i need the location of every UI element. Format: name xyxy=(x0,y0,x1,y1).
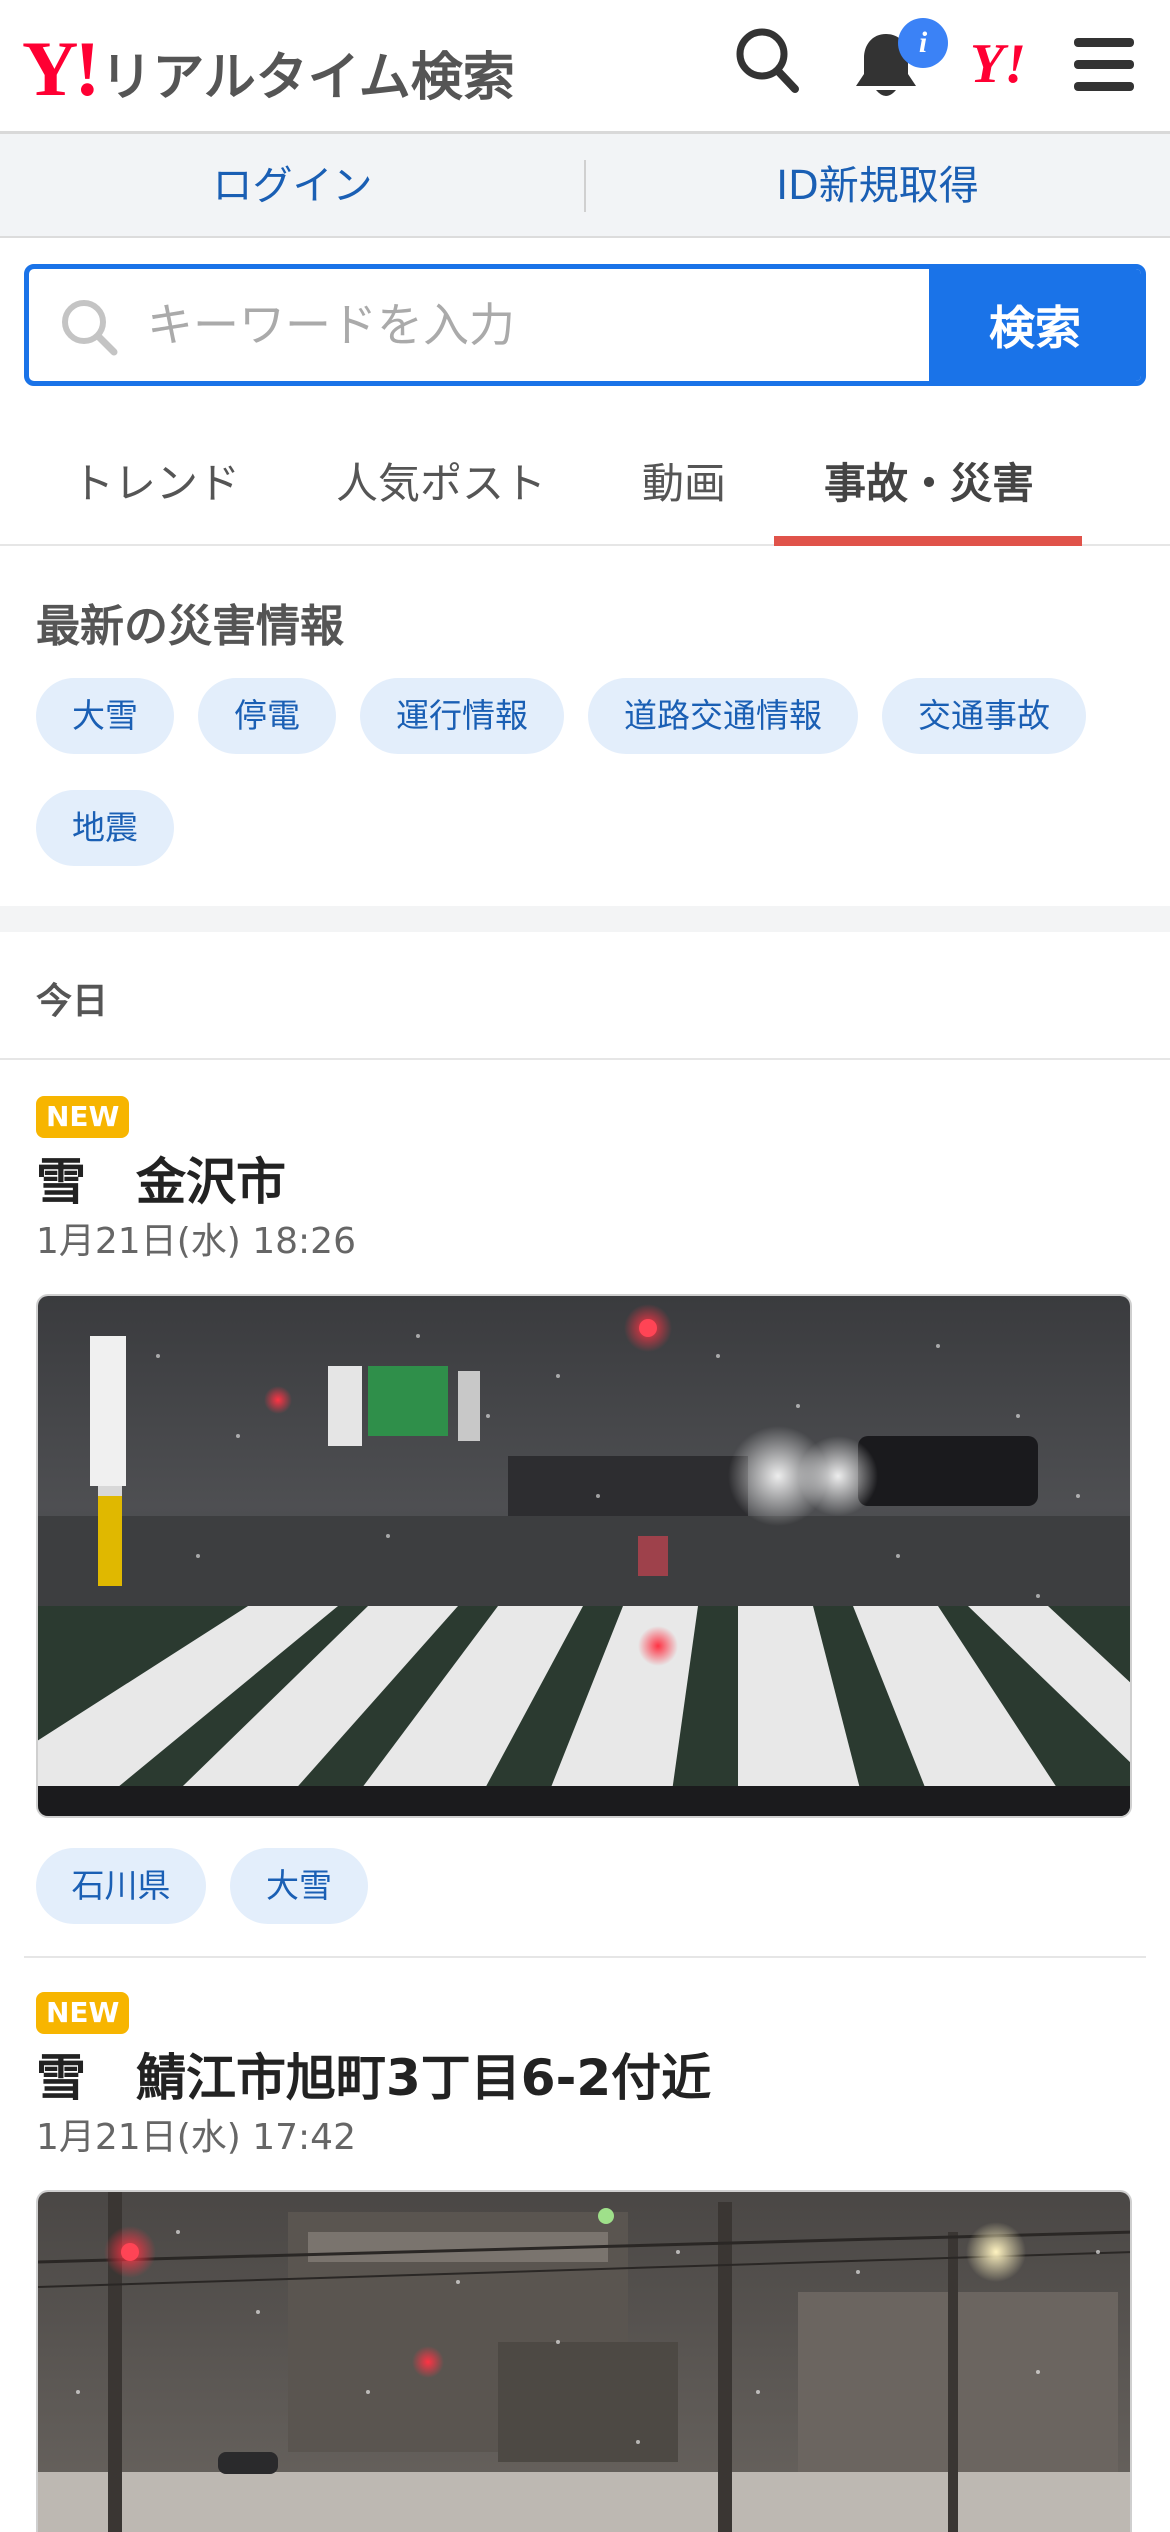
login-link[interactable]: ログイン xyxy=(0,134,585,236)
post-divider xyxy=(24,1956,1146,1958)
tab-popular-posts[interactable]: 人気ポスト xyxy=(336,450,546,511)
tag-ishikawa[interactable]: 石川県 xyxy=(36,1848,206,1924)
post-title[interactable]: 雪 金沢市 xyxy=(36,1142,286,1214)
tab-trend[interactable]: トレンド xyxy=(72,450,240,511)
notification-badge: i xyxy=(898,18,948,68)
register-link[interactable]: ID新規取得 xyxy=(585,134,1170,236)
category-tabs: トレンド 人気ポスト 動画 事故・災害 xyxy=(0,410,1170,546)
post-image[interactable] xyxy=(36,2190,1132,2532)
snowy-intersection-image xyxy=(38,1296,1130,1816)
post-timestamp: 1月21日(水) 17:42 xyxy=(36,2117,356,2158)
snowy-street-image xyxy=(38,2192,1130,2532)
post-timestamp: 1月21日(水) 18:26 xyxy=(36,1221,356,1262)
app-header: Y! リアルタイム検索 i Y! xyxy=(0,0,1170,134)
logo-text: リアルタイム検索 xyxy=(100,48,515,108)
active-tab-indicator xyxy=(774,536,1082,546)
post-title[interactable]: 雪 鯖江市旭町3丁目6-2付近 xyxy=(36,2038,711,2110)
disaster-info-section: 最新の災害情報 大雪 停電 運行情報 道路交通情報 交通事故 地震 xyxy=(0,546,1170,908)
tag-heavy-snow[interactable]: 大雪 xyxy=(230,1848,368,1924)
chip-traffic-accident[interactable]: 交通事故 xyxy=(882,678,1086,754)
new-badge: NEW xyxy=(36,1096,130,1138)
chip-road-traffic-info[interactable]: 道路交通情報 xyxy=(588,678,858,754)
chip-heavy-snow[interactable]: 大雪 xyxy=(36,678,174,754)
section-title: 最新の災害情報 xyxy=(36,601,344,652)
logo-mark: Y! xyxy=(22,25,100,112)
post-image[interactable] xyxy=(36,1294,1132,1818)
search-icon[interactable] xyxy=(734,26,800,96)
chip-earthquake[interactable]: 地震 xyxy=(36,790,174,866)
chip-power-outage[interactable]: 停電 xyxy=(198,678,336,754)
login-bar: ログイン ID新規取得 xyxy=(0,134,1170,238)
date-header-label: 今日 xyxy=(36,981,109,1022)
login-divider xyxy=(584,160,586,212)
date-header: 今日 xyxy=(0,932,1170,1060)
menu-icon[interactable] xyxy=(1072,36,1136,92)
search-button[interactable]: 検索 xyxy=(929,269,1141,381)
tab-accidents-disasters[interactable]: 事故・災害 xyxy=(824,450,1034,511)
search-input[interactable] xyxy=(29,269,934,381)
new-badge: NEW xyxy=(36,1992,130,2034)
chip-service-info[interactable]: 運行情報 xyxy=(360,678,564,754)
tab-videos[interactable]: 動画 xyxy=(642,450,726,511)
search-box: 検索 xyxy=(24,264,1146,386)
yahoo-small-logo[interactable]: Y! xyxy=(970,36,1026,92)
section-separator xyxy=(0,906,1170,932)
yahoo-realtime-logo[interactable]: Y! リアルタイム検索 xyxy=(22,30,515,108)
